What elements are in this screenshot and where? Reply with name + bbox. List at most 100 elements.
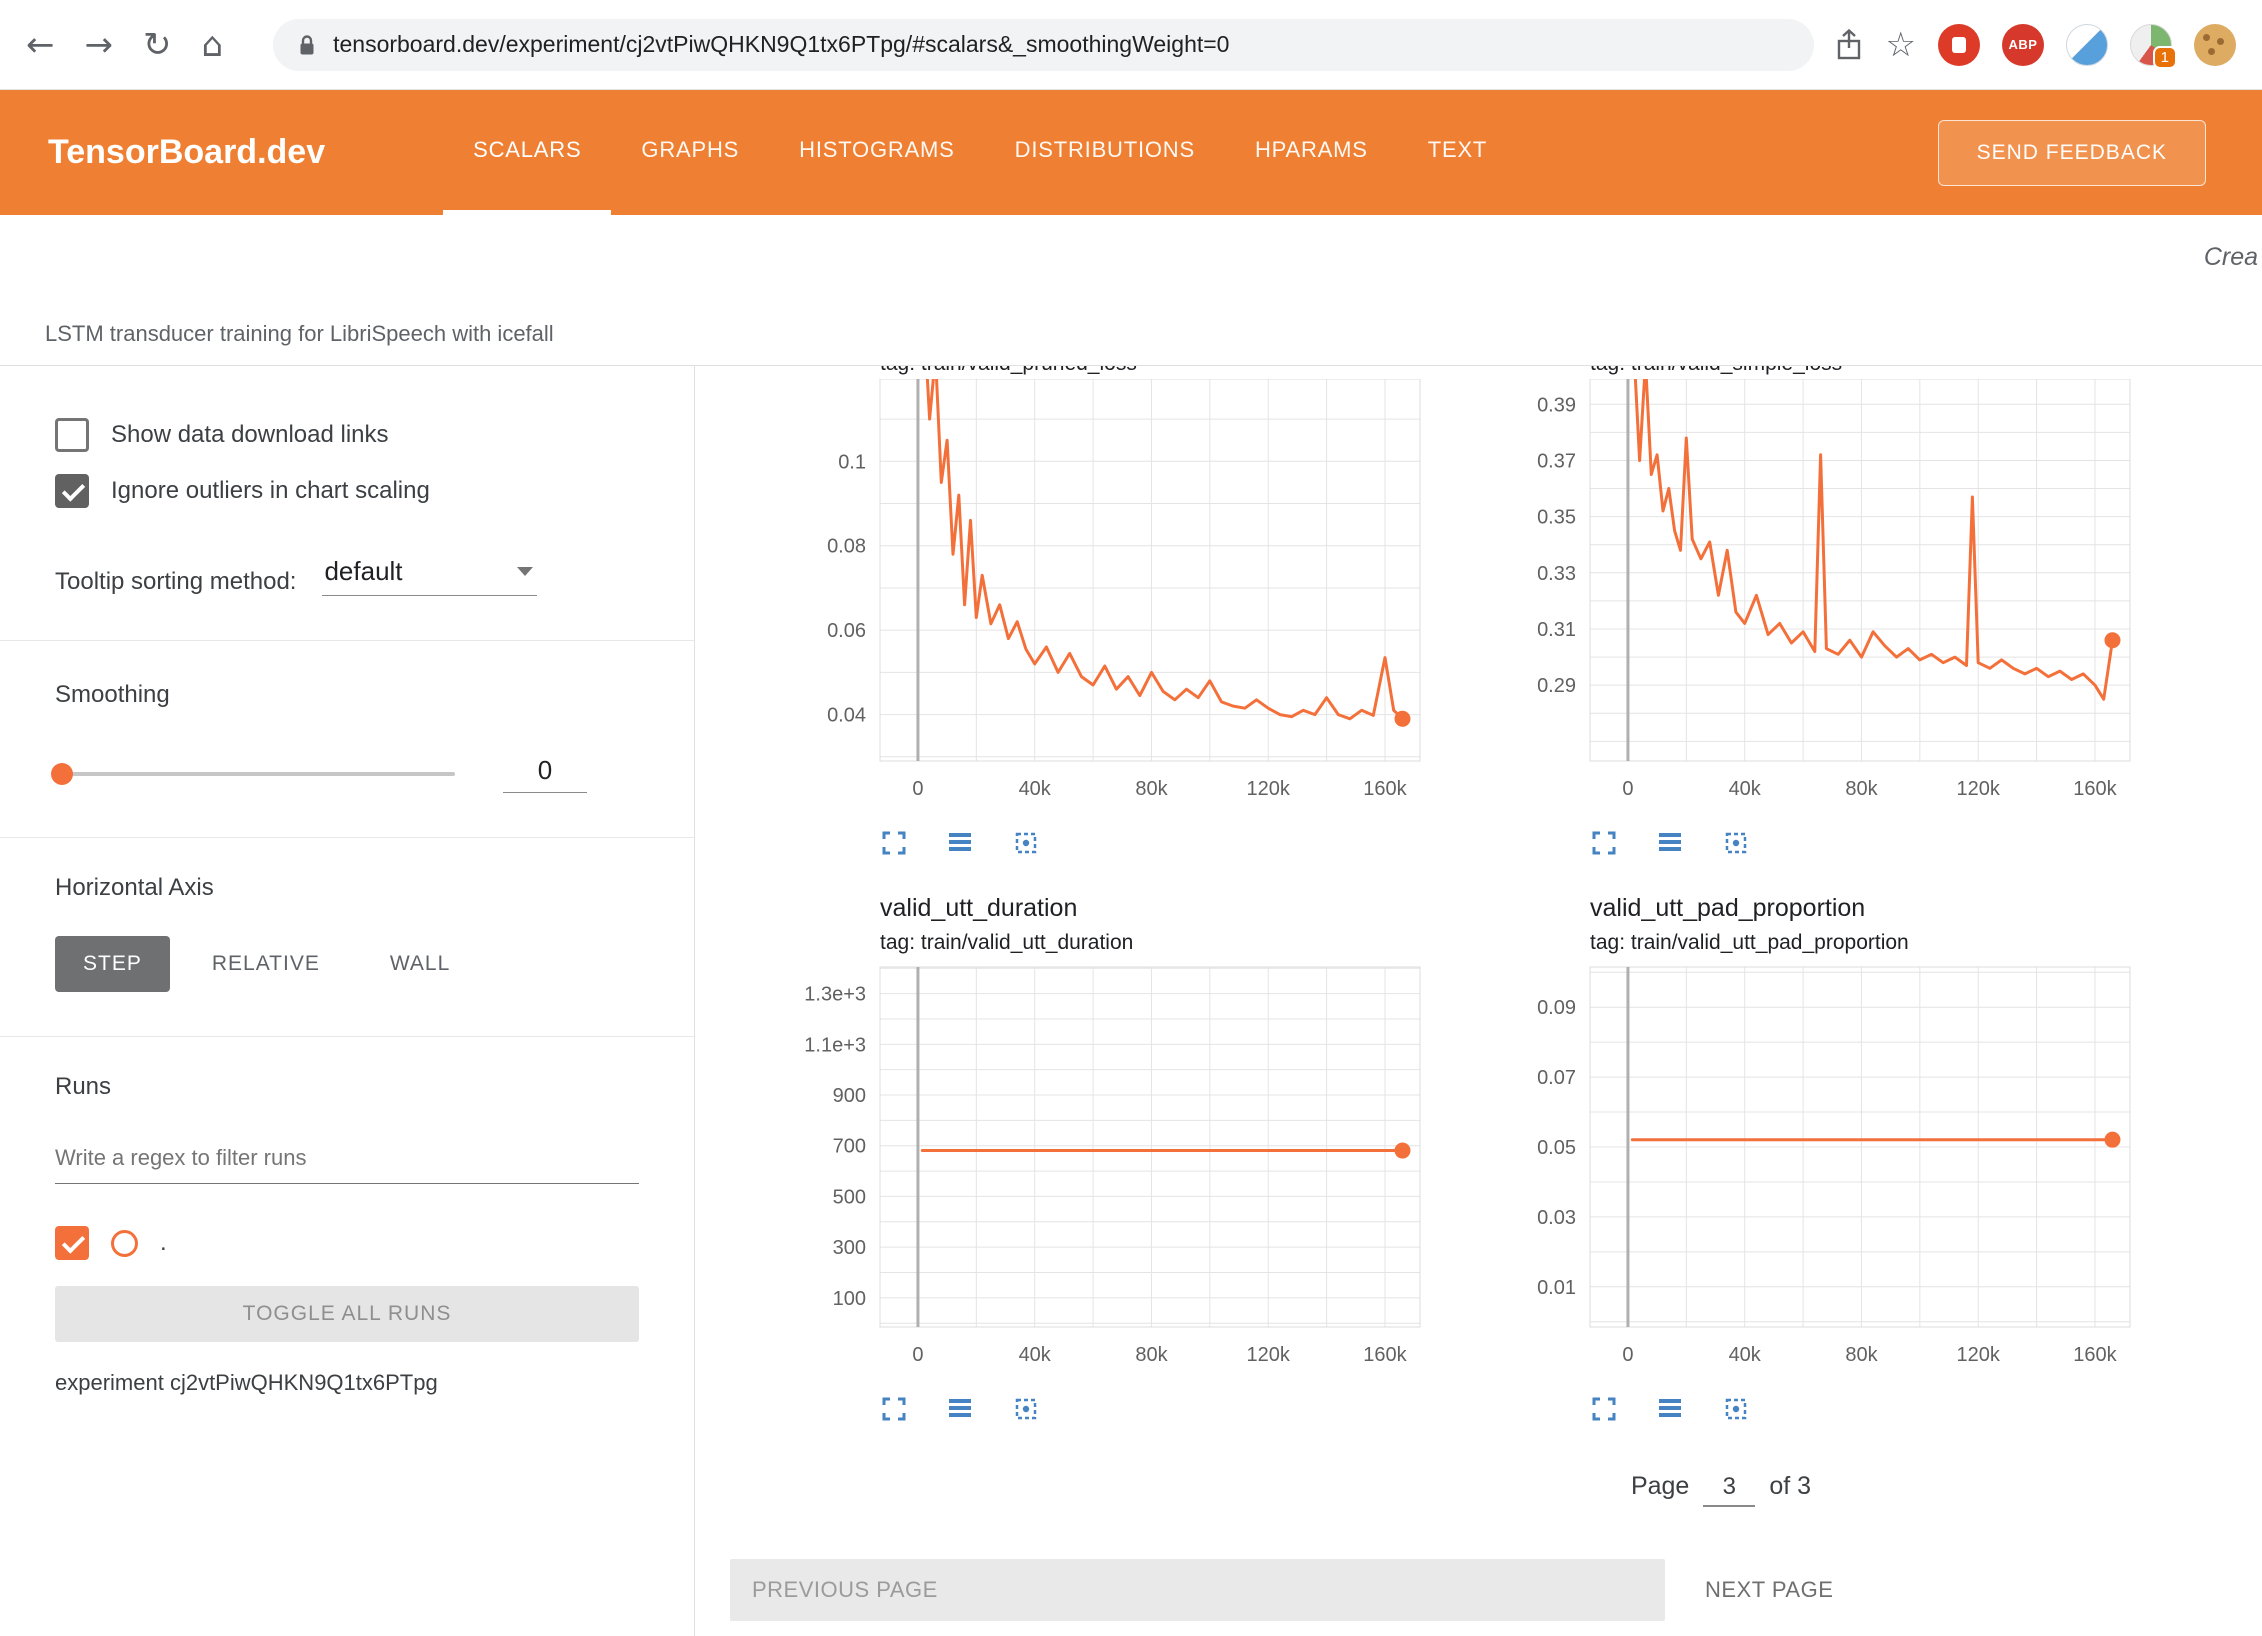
show-download-links-row[interactable]: Show data download links (55, 418, 639, 452)
svg-text:80k: 80k (1845, 778, 1878, 800)
address-bar[interactable]: tensorboard.dev/experiment/cj2vtPiwQHKN9… (273, 19, 1813, 71)
chart-toolbar (730, 1384, 1430, 1434)
run-color-circle-icon[interactable] (111, 1230, 138, 1257)
next-page-button[interactable]: NEXT PAGE (1705, 1577, 1833, 1603)
tooltip-sorting-dropdown[interactable]: default (322, 556, 537, 596)
chart-tag-clipped: tag: train/valid_simple_loss (1590, 366, 2140, 379)
show-download-links-checkbox[interactable] (55, 418, 89, 452)
run-row[interactable]: . (55, 1226, 639, 1260)
svg-text:120k: 120k (1957, 1344, 2001, 1366)
line-chart-valid-utt-pad-proportion[interactable]: 0.010.030.050.070.09040k80k120k160k (1440, 959, 2140, 1373)
svg-text:0.04: 0.04 (827, 705, 866, 727)
svg-text:0.31: 0.31 (1537, 619, 1576, 641)
adblock-extension-icon[interactable] (1938, 24, 1980, 66)
main-nav: SCALARS GRAPHS HISTOGRAMS DISTRIBUTIONS … (443, 90, 1517, 215)
chart-tag-clipped: tag: train/valid_pruned_loss (880, 366, 1430, 379)
svg-text:100: 100 (833, 1288, 866, 1310)
svg-text:500: 500 (833, 1186, 866, 1208)
chart-toolbar (1440, 818, 2140, 868)
data-table-icon-button[interactable] (946, 1395, 974, 1423)
axis-relative-button[interactable]: RELATIVE (184, 936, 348, 992)
run-checkbox[interactable] (55, 1226, 89, 1260)
tab-text[interactable]: TEXT (1398, 90, 1517, 215)
tab-hparams[interactable]: HPARAMS (1225, 90, 1398, 215)
ignore-outliers-row[interactable]: Ignore outliers in chart scaling (55, 474, 639, 508)
chart-toolbar (1440, 1384, 2140, 1434)
runs-label: Runs (55, 1073, 639, 1101)
svg-text:0.05: 0.05 (1537, 1137, 1576, 1159)
abp-extension-icon[interactable]: ABP (2002, 24, 2044, 66)
show-download-links-label: Show data download links (111, 421, 389, 449)
data-table-icon-button[interactable] (1656, 829, 1684, 857)
extension-with-badge-icon[interactable]: 1 (2130, 24, 2172, 66)
tab-distributions[interactable]: DISTRIBUTIONS (985, 90, 1225, 215)
svg-text:0.29: 0.29 (1537, 675, 1576, 697)
svg-text:0.07: 0.07 (1537, 1067, 1576, 1089)
tab-scalars[interactable]: SCALARS (443, 90, 611, 215)
page-number-input[interactable] (1703, 1473, 1755, 1507)
smoothing-label: Smoothing (55, 681, 639, 709)
tab-graphs[interactable]: GRAPHS (611, 90, 769, 215)
reload-icon[interactable]: ↻ (143, 28, 172, 62)
blue-extension-icon[interactable] (2066, 24, 2108, 66)
svg-text:160k: 160k (2073, 1344, 2117, 1366)
run-name: . (160, 1229, 167, 1257)
line-chart-valid-utt-duration[interactable]: 1003005007009001.1e+31.3e+3040k80k120k16… (730, 959, 1430, 1373)
svg-text:120k: 120k (1957, 778, 2001, 800)
toggle-all-runs-button[interactable]: TOGGLE ALL RUNS (55, 1286, 639, 1342)
cookie-dot (2203, 34, 2210, 41)
svg-text:80k: 80k (1845, 1344, 1878, 1366)
chart-card-valid-pruned-loss: tag: train/valid_pruned_loss 0.04 0.06 0.0… (730, 366, 1430, 868)
tooltip-sorting-value: default (324, 556, 402, 587)
expand-chart-icon-button[interactable] (1590, 1395, 1618, 1423)
axis-wall-button[interactable]: WALL (362, 936, 478, 992)
forward-icon[interactable]: → (85, 28, 114, 62)
svg-text:120k: 120k (1247, 778, 1291, 800)
data-table-icon-button[interactable] (1656, 1395, 1684, 1423)
svg-text:40k: 40k (1729, 1344, 1762, 1366)
ignore-outliers-checkbox[interactable] (55, 474, 89, 508)
tab-histograms[interactable]: HISTOGRAMS (769, 90, 985, 215)
lock-icon (297, 33, 317, 57)
svg-text:160k: 160k (1363, 778, 1407, 800)
axis-step-button[interactable]: STEP (55, 936, 170, 992)
data-table-icon-button[interactable] (946, 829, 974, 857)
send-feedback-button[interactable]: SEND FEEDBACK (1938, 120, 2206, 186)
svg-text:80k: 80k (1135, 778, 1168, 800)
line-chart-valid-pruned-loss[interactable]: 0.040.060.080.1040k80k120k160k (730, 379, 1430, 807)
experiment-description: LSTM transducer training for LibriSpeech… (45, 321, 554, 347)
smoothing-slider-thumb[interactable] (51, 763, 73, 785)
svg-text:0.06: 0.06 (827, 620, 866, 642)
home-icon[interactable]: ⌂ (202, 28, 224, 62)
page-of-label: of 3 (1769, 1472, 1811, 1501)
url-text[interactable]: tensorboard.dev/experiment/cj2vtPiwQHKN9… (333, 31, 1229, 58)
expand-chart-icon-button[interactable] (880, 1395, 908, 1423)
previous-page-button[interactable]: PREVIOUS PAGE (730, 1559, 1665, 1621)
line-chart-valid-simple-loss[interactable]: 0.290.310.330.350.370.39040k80k120k160k (1440, 379, 2140, 807)
chart-tag: tag: train/valid_utt_pad_proportion (1440, 931, 2140, 955)
back-icon[interactable]: ← (26, 28, 55, 62)
svg-text:40k: 40k (1019, 778, 1052, 800)
hand-shape (1952, 37, 1966, 53)
expand-chart-icon-button[interactable] (880, 829, 908, 857)
svg-text:0.35: 0.35 (1537, 507, 1576, 529)
fit-domain-icon-button[interactable] (1722, 829, 1750, 857)
fit-domain-icon-button[interactable] (1012, 1395, 1040, 1423)
svg-text:40k: 40k (1019, 1344, 1052, 1366)
svg-text:0.03: 0.03 (1537, 1207, 1576, 1229)
smoothing-slider[interactable] (55, 772, 455, 776)
fit-domain-icon-button[interactable] (1012, 829, 1040, 857)
share-icon[interactable] (1834, 28, 1864, 62)
expand-chart-icon-button[interactable] (1590, 829, 1618, 857)
chart-title: valid_utt_duration (730, 894, 1430, 923)
svg-text:0.39: 0.39 (1537, 394, 1576, 416)
sub-band: Crea LSTM transducer training for LibriS… (0, 215, 2262, 365)
runs-filter-input[interactable] (55, 1137, 639, 1184)
svg-text:0.08: 0.08 (827, 536, 866, 558)
star-bookmark-icon[interactable]: ☆ (1886, 28, 1916, 62)
page-label: Page (1631, 1472, 1689, 1501)
cookie-extension-icon[interactable] (2194, 24, 2236, 66)
svg-text:0.37: 0.37 (1537, 450, 1576, 472)
fit-domain-icon-button[interactable] (1722, 1395, 1750, 1423)
smoothing-value-input[interactable] (503, 755, 587, 793)
